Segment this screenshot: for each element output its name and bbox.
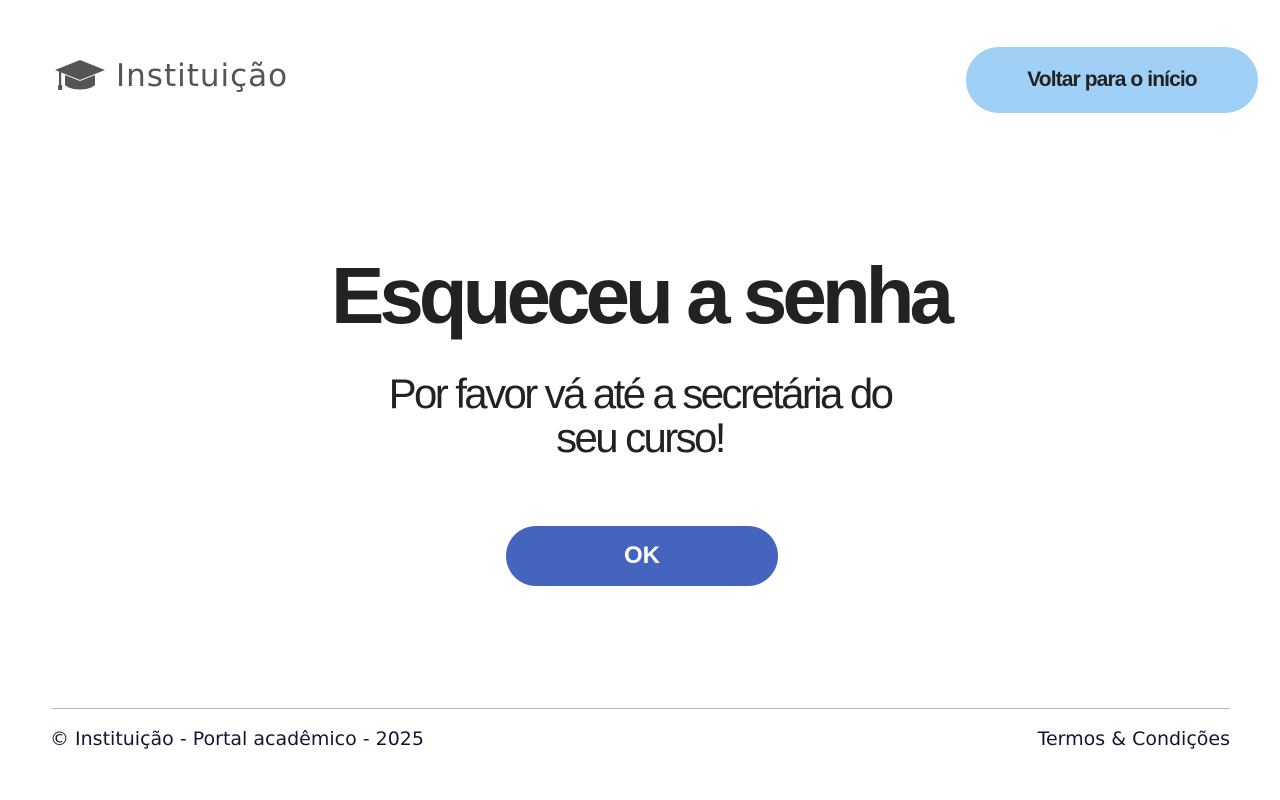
footer-divider [52,708,1230,709]
ok-button[interactable]: OK [506,526,778,586]
forgot-password-page: Instituição Voltar para o início Esquece… [0,0,1280,800]
brand-name: Instituição [116,58,289,94]
back-to-home-button[interactable]: Voltar para o início [966,47,1258,113]
graduation-cap-icon [55,60,105,90]
copyright-text: © Instituição - Portal acadêmico - 2025 [50,728,424,750]
instruction-message: Por favor vá até a secretária do seu cur… [388,370,894,461]
brand-logo: Instituição [54,56,288,96]
page-title: Esqueceu a senha [330,251,954,340]
terms-link[interactable]: Termos & Condições [1038,726,1230,752]
